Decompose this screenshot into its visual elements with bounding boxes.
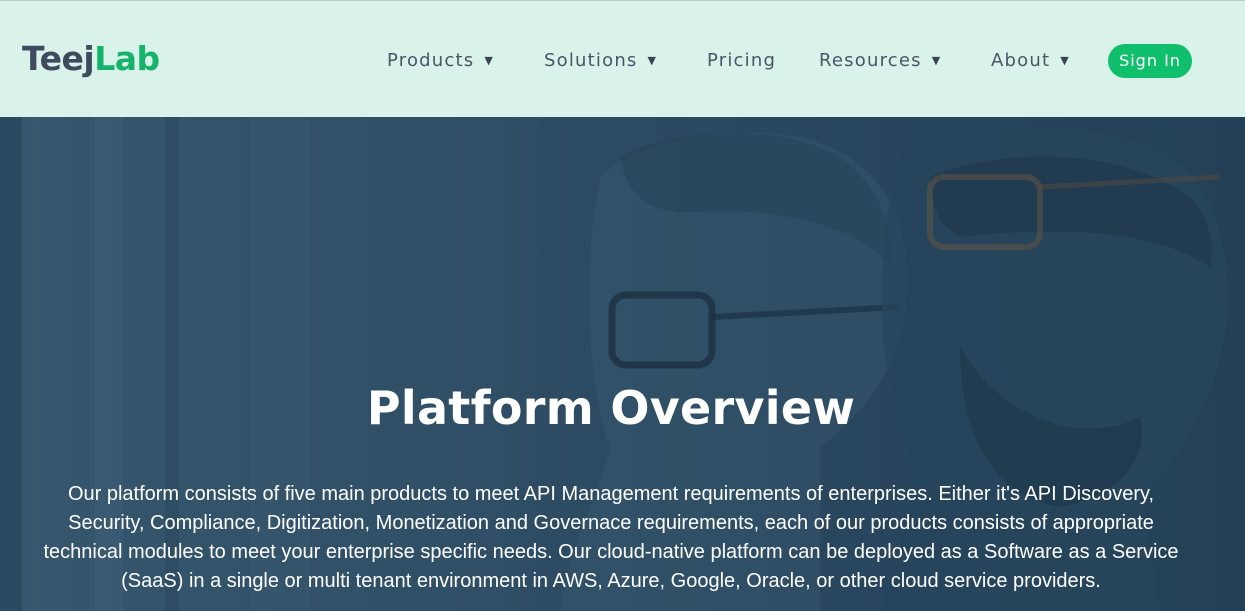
- nav-label-pricing: Pricing: [707, 50, 777, 71]
- nav-item-pricing[interactable]: Pricing: [707, 48, 776, 74]
- nav-label-about: About: [991, 50, 1051, 71]
- chevron-down-icon: ▼: [1060, 54, 1069, 67]
- nav-label-products: Products: [387, 50, 475, 71]
- teejlab-logo[interactable]: TeejLab: [22, 37, 160, 81]
- page-title: Platform Overview: [366, 381, 856, 435]
- chevron-down-icon: ▼: [484, 54, 493, 67]
- hero-description: Our platform consists of five main produ…: [43, 483, 1179, 592]
- chevron-down-icon: ▼: [931, 54, 941, 67]
- top-navbar: TeejLab Products ▼ Solutions ▼ Pricing Res…: [0, 0, 1245, 117]
- hero-section: Platform Overview Our platform consists …: [0, 117, 1245, 611]
- nav-label-resources: Resources: [819, 50, 922, 71]
- sign-in-button[interactable]: Sign In: [1108, 44, 1192, 78]
- nav-item-about[interactable]: About ▼: [991, 48, 1069, 74]
- nav-label-solutions: Solutions: [544, 50, 638, 71]
- logo-text-lab: Lab: [94, 39, 160, 78]
- nav-item-solutions[interactable]: Solutions ▼: [544, 48, 656, 74]
- logo-text-teej: Teej: [22, 39, 95, 78]
- chevron-down-icon: ▼: [647, 54, 656, 67]
- nav-item-resources[interactable]: Resources ▼: [819, 48, 940, 74]
- nav-item-products[interactable]: Products ▼: [387, 48, 493, 74]
